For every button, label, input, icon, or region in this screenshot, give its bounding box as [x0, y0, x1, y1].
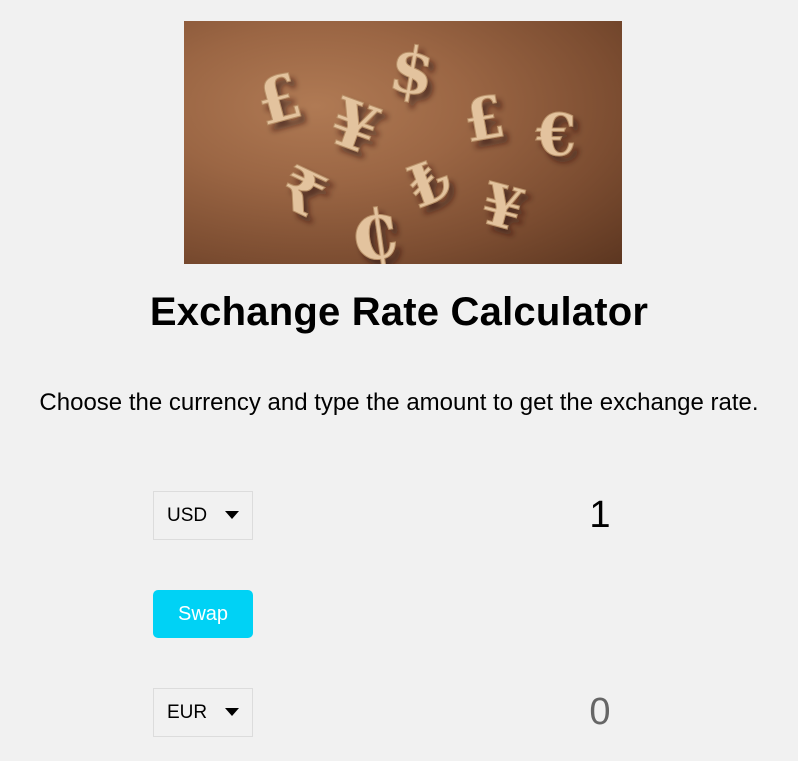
euro-symbol-icon: €	[535, 101, 576, 169]
yen-symbol-icon: ¥	[474, 169, 531, 245]
swap-button[interactable]: Swap	[153, 590, 253, 638]
rupee-symbol-icon: ₹	[268, 152, 335, 233]
page: £ ¥ $ £ € ₹ ₺ ¥ ₵ Exchange Rate Calculator Choos…	[0, 0, 798, 761]
currency-symbols-image: £ ¥ $ £ € ₹ ₺ ¥ ₵	[184, 21, 622, 264]
lira-symbol-icon: ₺	[399, 144, 460, 222]
cedi-symbol-icon: ₵	[345, 193, 403, 264]
yen-symbol-icon: ¥	[319, 82, 389, 171]
from-currency-select[interactable]: USD	[153, 491, 253, 540]
to-amount-input[interactable]	[540, 688, 660, 737]
pound-symbol-icon: £	[458, 82, 510, 156]
currency-symbols-graphic: £ ¥$£ €₹ ₺ ¥₵	[248, 30, 577, 264]
dollar-symbol-icon: $	[384, 31, 441, 113]
instructions-text: Choose the currency and type the amount …	[39, 389, 759, 416]
chevron-down-icon	[225, 511, 239, 519]
chevron-down-icon	[225, 708, 239, 716]
from-amount-input[interactable]	[540, 491, 660, 540]
to-currency-select[interactable]: EUR	[153, 688, 253, 737]
from-currency-value: USD	[167, 504, 208, 526]
to-currency-value: EUR	[167, 701, 208, 723]
page-title: Exchange Rate Calculator	[149, 290, 649, 334]
pound-symbol-icon: £	[249, 59, 310, 141]
